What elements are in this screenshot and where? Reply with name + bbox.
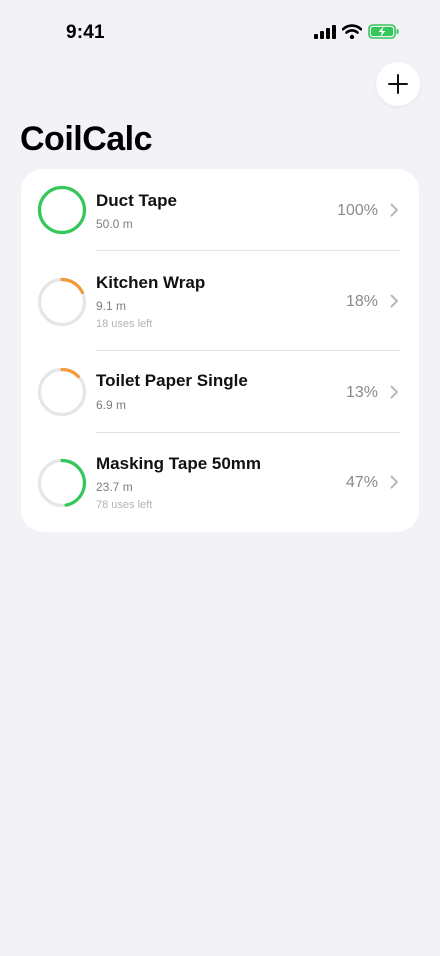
progress-ring xyxy=(37,277,87,327)
chevron-right-icon xyxy=(390,294,398,308)
progress-ring xyxy=(37,458,87,508)
page-title: CoilCalc xyxy=(20,120,153,158)
roll-list: Duct Tape 50.0 m 100% Kitchen Wrap 9.1 m… xyxy=(21,169,419,532)
add-roll-button[interactable] xyxy=(376,62,420,106)
progress-ring xyxy=(37,185,87,235)
roll-uses-left: 78 uses left xyxy=(96,499,153,511)
roll-percent: 100% xyxy=(337,202,378,219)
battery-charging-icon xyxy=(368,24,399,39)
roll-uses-left: 18 uses left xyxy=(96,318,153,330)
status-bar: 9:41 xyxy=(0,0,440,60)
status-icons xyxy=(314,24,400,39)
plus-icon xyxy=(388,74,408,94)
roll-name: Kitchen Wrap xyxy=(96,273,206,292)
roll-length: 50.0 m xyxy=(96,217,133,231)
roll-length: 9.1 m xyxy=(96,299,127,313)
roll-name: Toilet Paper Single xyxy=(96,371,248,390)
roll-row[interactable]: Masking Tape 50mm 23.7 m 78 uses left 47… xyxy=(21,433,419,532)
wifi-icon xyxy=(342,24,362,39)
chevron-right-icon xyxy=(390,203,398,217)
signal-icon xyxy=(314,24,336,39)
roll-percent: 47% xyxy=(345,474,378,491)
roll-name: Duct Tape xyxy=(96,191,177,210)
roll-row[interactable]: Kitchen Wrap 9.1 m 18 uses left 18% xyxy=(21,251,419,351)
chevron-right-icon xyxy=(390,475,398,489)
roll-percent: 18% xyxy=(345,293,378,310)
roll-length: 23.7 m xyxy=(96,480,133,494)
status-time: 9:41 xyxy=(66,22,105,43)
progress-ring-fill xyxy=(37,185,87,235)
chevron-right-icon xyxy=(390,385,398,399)
roll-length: 6.9 m xyxy=(96,398,127,412)
progress-ring xyxy=(37,367,87,417)
roll-percent: 13% xyxy=(345,384,378,401)
roll-row[interactable]: Toilet Paper Single 6.9 m 13% xyxy=(21,351,419,433)
roll-name: Masking Tape 50mm xyxy=(96,454,262,473)
roll-row[interactable]: Duct Tape 50.0 m 100% xyxy=(21,169,419,251)
